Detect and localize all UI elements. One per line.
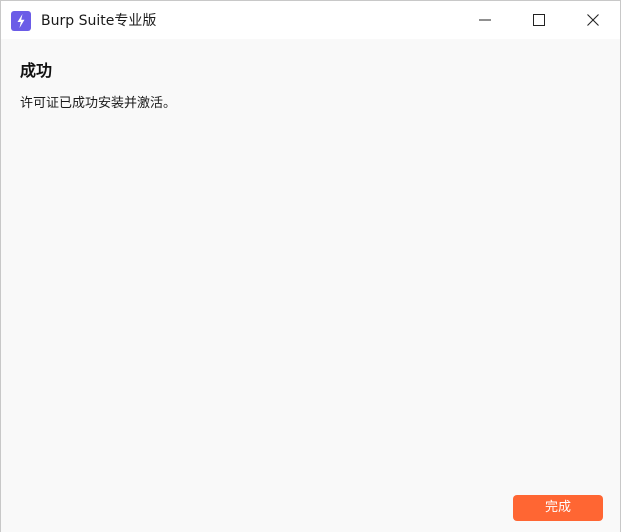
minimize-icon: [479, 19, 491, 21]
maximize-icon: [533, 14, 545, 26]
maximize-button[interactable]: [516, 1, 562, 39]
close-button[interactable]: [570, 1, 616, 39]
window-title: Burp Suite专业版: [41, 13, 157, 29]
page-title: 成功: [20, 61, 53, 80]
minimize-button[interactable]: [462, 1, 508, 39]
app-window: Burp Suite专业版 成功 许可证已成功安装并激活。 完成: [0, 0, 621, 532]
lightning-bolt-icon: [11, 11, 31, 31]
finish-button[interactable]: 完成: [513, 495, 603, 521]
close-icon: [587, 14, 599, 26]
success-message: 许可证已成功安装并激活。: [20, 96, 177, 111]
title-bar[interactable]: Burp Suite专业版: [1, 1, 620, 39]
